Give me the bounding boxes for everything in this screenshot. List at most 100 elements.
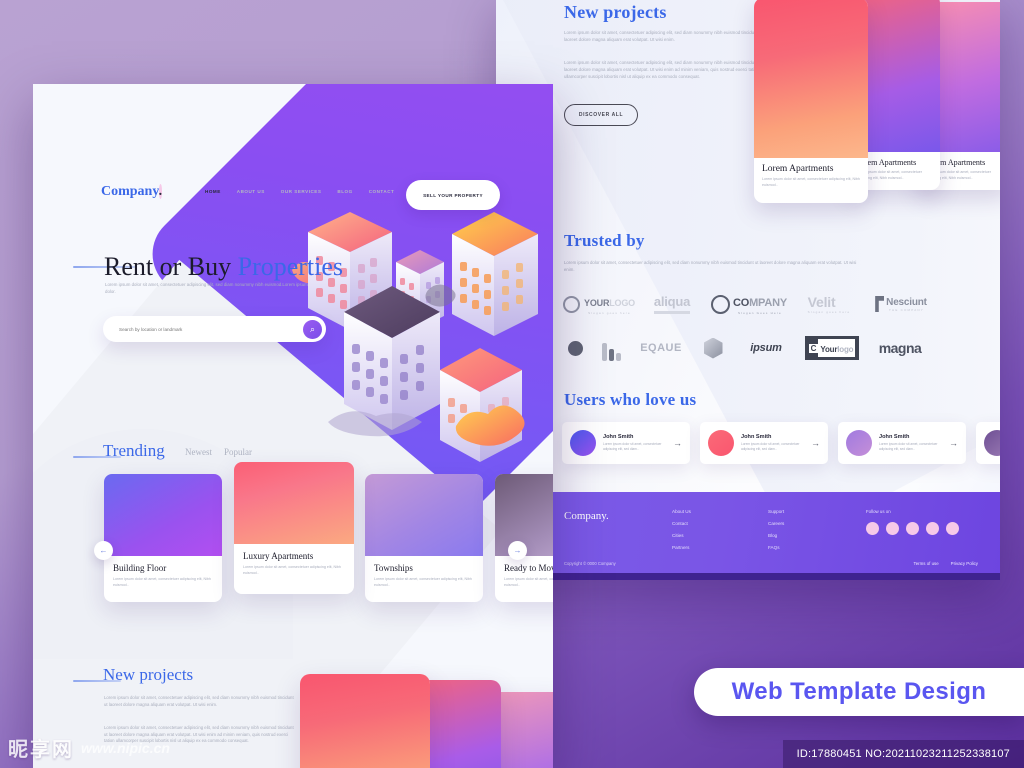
arrow-right-icon[interactable]: → bbox=[673, 438, 682, 448]
users-who-love-us-title: Users who love us bbox=[564, 390, 697, 409]
search-bar[interactable]: ⌕ bbox=[103, 316, 326, 342]
avatar bbox=[570, 430, 596, 456]
hero-title: Rent or Buy Properties bbox=[104, 252, 343, 282]
client-logo-grid: YOURLOGO Slogan goes here aliqua COMPANY… bbox=[562, 291, 927, 361]
logo-eqaue-text: EQAUE bbox=[640, 342, 682, 354]
footer-bottom-bar bbox=[496, 573, 1000, 580]
banner-text: Web Template Design bbox=[731, 678, 987, 705]
footer-column-1: About Us Contact Cities Partners bbox=[672, 509, 691, 550]
lp-apartment-card-1[interactable]: Lorem Apartments Lorem ipsum dolor sit a… bbox=[300, 674, 430, 768]
tab-newest[interactable]: Newest bbox=[185, 447, 212, 457]
nav-item-our-services[interactable]: OUR SERVICES bbox=[281, 189, 322, 194]
testimonial-card[interactable]: John Smith Lorem ipsum dolor sit amet, c… bbox=[976, 422, 1000, 464]
circle-icon bbox=[710, 294, 730, 314]
footer-link-contact[interactable]: Contact bbox=[672, 521, 691, 526]
footer-link-cities[interactable]: Cities bbox=[672, 533, 691, 538]
footer-link-partners[interactable]: Partners bbox=[672, 545, 691, 550]
search-icon[interactable]: ⌕ bbox=[303, 319, 322, 339]
logo-yourlogo-box: C Yourlogo bbox=[804, 335, 860, 361]
nav-item-blog[interactable]: BLOG bbox=[337, 189, 352, 194]
sell-your-property-button[interactable]: SELL YOUR PROPERTY bbox=[406, 180, 500, 210]
property-name: Ready to Move bbox=[504, 563, 553, 573]
footer-column-2: Support Careers Blog FAQs bbox=[768, 509, 784, 550]
brand-dot: . bbox=[158, 184, 163, 199]
footer-link-blog[interactable]: Blog bbox=[768, 533, 784, 538]
poster-canvas: New projects Lorem ipsum dolor sit amet,… bbox=[0, 0, 1024, 768]
social-icon-2[interactable] bbox=[886, 522, 899, 535]
trending-title: Trending bbox=[103, 441, 165, 460]
rp-apartment-desc-1: Lorem ipsum dolor sit amet, consectetuer… bbox=[762, 177, 860, 187]
property-image bbox=[365, 474, 483, 556]
tab-popular[interactable]: Popular bbox=[224, 447, 252, 457]
lp-apartment-image-1 bbox=[300, 674, 430, 768]
testimonial-list: John Smith Lorem ipsum dolor sit amet, c… bbox=[562, 422, 1000, 464]
footer-link-about-us[interactable]: About Us bbox=[672, 509, 691, 514]
legal-links: Terms of use Privacy Policy bbox=[914, 561, 978, 566]
logo-row-1: YOURLOGO Slogan goes here aliqua COMPANY… bbox=[562, 291, 927, 317]
privacy-policy-link[interactable]: Privacy Policy bbox=[951, 561, 978, 566]
logo-aliqua-text: aliqua bbox=[653, 294, 691, 309]
social-icon-5[interactable] bbox=[946, 522, 959, 535]
logo-velit-tagline: Slogan goes here bbox=[807, 310, 851, 314]
arrow-right-icon[interactable]: → bbox=[949, 438, 958, 448]
follow-us-label: Follow us on bbox=[866, 509, 891, 514]
logo-ipsum: ipsum bbox=[738, 335, 794, 361]
property-desc: Lorem ipsum dolor sit amet, consectetuer… bbox=[243, 565, 341, 575]
logo-bars-mark bbox=[598, 335, 624, 361]
footer-brand: Company. bbox=[564, 510, 609, 522]
testimonial-text: Lorem ipsum dolor sit amet, consectetuer… bbox=[603, 442, 662, 451]
social-icon-3[interactable] bbox=[906, 522, 919, 535]
stock-id-bar: ID:17880451 NO:20211023211252338107 bbox=[782, 740, 1024, 768]
follow-us-block: Follow us on bbox=[866, 509, 959, 535]
nav-item-about-us[interactable]: ABOUT US bbox=[237, 189, 265, 194]
nav-item-contact[interactable]: CONTACT bbox=[369, 189, 395, 194]
stock-id-text: ID:17880451 NO:20211023211252338107 bbox=[796, 748, 1010, 760]
property-card-ready-to-move[interactable]: Ready to Move Lorem ipsum dolor sit amet… bbox=[495, 474, 553, 602]
rp-new-projects-title: New projects bbox=[564, 2, 667, 22]
brand-logo[interactable]: Company. bbox=[101, 184, 163, 200]
social-icon-1[interactable] bbox=[866, 522, 879, 535]
social-icon-4[interactable] bbox=[926, 522, 939, 535]
carousel-next-button[interactable]: → bbox=[508, 541, 527, 560]
carousel-prev-button[interactable]: ← bbox=[94, 541, 113, 560]
logo-yourlogo-text: Your bbox=[820, 345, 838, 354]
testimonial-card[interactable]: John Smith Lorem ipsum dolor sit amet, c… bbox=[838, 422, 966, 464]
avatar bbox=[708, 430, 734, 456]
web-template-design-banner: Web Template Design bbox=[694, 668, 1024, 716]
property-card-building-floor[interactable]: Building Floor Lorem ipsum dolor sit ame… bbox=[104, 474, 222, 602]
lp-new-projects-paragraph-1: Lorem ipsum dolor sit amet, consectetuer… bbox=[104, 695, 294, 707]
property-card-townships[interactable]: Townships Lorem ipsum dolor sit amet, co… bbox=[365, 474, 483, 602]
footer-link-careers[interactable]: Careers bbox=[768, 521, 784, 526]
main-navigation: HOME ABOUT US OUR SERVICES BLOG CONTACT bbox=[205, 189, 394, 194]
hero-title-highlight: Properties bbox=[237, 252, 344, 281]
rp-new-projects-paragraph-1: Lorem ipsum dolor sit amet, consectetuer… bbox=[564, 30, 763, 42]
site-watermark: 昵享网 www.nipic.cn bbox=[8, 733, 170, 762]
testimonial-card[interactable]: John Smith Lorem ipsum dolor sit amet, c… bbox=[562, 422, 690, 464]
footer-link-support[interactable]: Support bbox=[768, 509, 784, 514]
nav-item-home[interactable]: HOME bbox=[205, 189, 221, 194]
social-icon-list bbox=[866, 522, 959, 535]
logo-company: COMPANY Slogan Goes Here bbox=[708, 291, 790, 317]
property-image bbox=[234, 462, 354, 544]
avatar bbox=[984, 430, 1000, 456]
search-input[interactable] bbox=[117, 325, 303, 333]
circle-icon bbox=[567, 340, 583, 356]
arrow-right-icon[interactable]: → bbox=[811, 438, 820, 448]
circle-icon bbox=[563, 295, 581, 313]
testimonial-name: John Smith bbox=[603, 434, 634, 441]
property-image bbox=[104, 474, 222, 556]
testimonial-text: Lorem ipsum dolor sit amet, consectetuer… bbox=[741, 442, 800, 451]
rp-apartment-card-1[interactable]: Lorem Apartments Lorem ipsum dolor sit a… bbox=[754, 0, 868, 203]
hero-subtitle: Lorem ipsum dolor sit amet, consectetuer… bbox=[105, 282, 308, 294]
terms-of-use-link[interactable]: Terms of use bbox=[914, 561, 939, 566]
property-card-luxury-apartments[interactable]: Luxury Apartments Lorem ipsum dolor sit … bbox=[234, 462, 354, 594]
watermark-logo-text: 昵享网 bbox=[8, 739, 74, 761]
rp-new-projects-paragraph-2: Lorem ipsum dolor sit amet, consectetuer… bbox=[564, 60, 763, 79]
testimonial-card[interactable]: John Smith Lorem ipsum dolor sit amet, c… bbox=[700, 422, 828, 464]
logo-row-2: EQAUE ipsum C Yourlogo magna bbox=[562, 335, 922, 361]
footer-link-faqs[interactable]: FAQs bbox=[768, 545, 784, 550]
logo-circle-mark bbox=[562, 335, 588, 361]
property-name: Building Floor bbox=[113, 563, 167, 573]
logo-yourlogo-text2: logo bbox=[837, 345, 854, 354]
rp-discover-all-button[interactable]: DISCOVER ALL bbox=[564, 104, 638, 126]
